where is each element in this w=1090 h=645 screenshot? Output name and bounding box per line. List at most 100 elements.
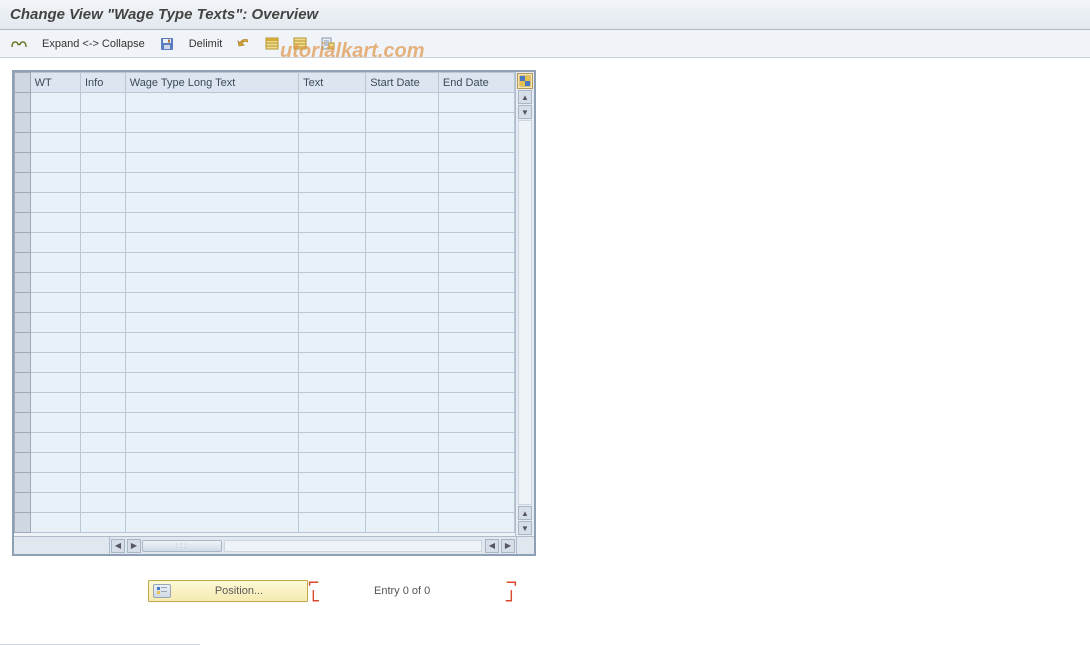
table-cell[interactable] [80, 173, 125, 193]
table-cell[interactable] [299, 373, 366, 393]
table-cell[interactable] [80, 333, 125, 353]
row-selector[interactable] [15, 473, 31, 493]
table-cell[interactable] [366, 213, 439, 233]
table-cell[interactable] [30, 353, 80, 373]
table-cell[interactable] [366, 493, 439, 513]
table-cell[interactable] [299, 393, 366, 413]
hscroll-thumb[interactable]: ::: [142, 540, 222, 552]
table-cell[interactable] [299, 413, 366, 433]
scroll-right-step-button[interactable]: ◀ [485, 539, 499, 553]
table-cell[interactable] [299, 333, 366, 353]
table-cell[interactable] [125, 253, 298, 273]
expand-collapse-button[interactable]: Expand <-> Collapse [36, 38, 151, 50]
table-cell[interactable] [366, 113, 439, 133]
scroll-up-step-button[interactable]: ▼ [518, 105, 532, 119]
select-all-button[interactable] [260, 34, 284, 54]
table-cell[interactable] [30, 273, 80, 293]
table-cell[interactable] [125, 133, 298, 153]
row-selector[interactable] [15, 253, 31, 273]
table-cell[interactable] [366, 153, 439, 173]
position-button[interactable]: Position... [148, 580, 308, 602]
row-selector[interactable] [15, 513, 31, 533]
table-cell[interactable] [438, 93, 514, 113]
scroll-up-button[interactable]: ▲ [518, 90, 532, 104]
table-cell[interactable] [299, 173, 366, 193]
vertical-scroll-track[interactable] [518, 120, 532, 505]
table-cell[interactable] [30, 513, 80, 533]
table-cell[interactable] [80, 373, 125, 393]
table-cell[interactable] [125, 93, 298, 113]
table-cell[interactable] [299, 93, 366, 113]
table-cell[interactable] [438, 453, 514, 473]
table-cell[interactable] [125, 413, 298, 433]
table-cell[interactable] [299, 273, 366, 293]
row-selector[interactable] [15, 493, 31, 513]
row-selector[interactable] [15, 293, 31, 313]
table-cell[interactable] [30, 313, 80, 333]
table-cell[interactable] [80, 453, 125, 473]
table-cell[interactable] [299, 513, 366, 533]
table-cell[interactable] [366, 333, 439, 353]
table-cell[interactable] [80, 113, 125, 133]
table-cell[interactable] [30, 453, 80, 473]
col-header-wt[interactable]: WT [30, 73, 80, 93]
col-header-end[interactable]: End Date [438, 73, 514, 93]
table-cell[interactable] [80, 393, 125, 413]
table-cell[interactable] [366, 353, 439, 373]
table-cell[interactable] [80, 253, 125, 273]
undo-button[interactable] [232, 34, 256, 54]
table-cell[interactable] [366, 453, 439, 473]
table-cell[interactable] [438, 333, 514, 353]
table-cell[interactable] [438, 513, 514, 533]
table-cell[interactable] [125, 233, 298, 253]
table-cell[interactable] [438, 413, 514, 433]
table-cell[interactable] [80, 493, 125, 513]
table-cell[interactable] [80, 93, 125, 113]
table-cell[interactable] [80, 133, 125, 153]
table-cell[interactable] [80, 273, 125, 293]
table-cell[interactable] [438, 493, 514, 513]
table-cell[interactable] [366, 133, 439, 153]
table-cell[interactable] [299, 233, 366, 253]
row-selector[interactable] [15, 353, 31, 373]
save-button[interactable] [155, 34, 179, 54]
table-cell[interactable] [30, 473, 80, 493]
table-cell[interactable] [30, 333, 80, 353]
table-cell[interactable] [366, 373, 439, 393]
table-cell[interactable] [30, 393, 80, 413]
table-cell[interactable] [125, 173, 298, 193]
table-cell[interactable] [299, 253, 366, 273]
table-cell[interactable] [438, 313, 514, 333]
table-cell[interactable] [438, 353, 514, 373]
table-cell[interactable] [438, 473, 514, 493]
row-selector[interactable] [15, 133, 31, 153]
table-cell[interactable] [299, 493, 366, 513]
table-cell[interactable] [438, 133, 514, 153]
table-cell[interactable] [125, 473, 298, 493]
table-cell[interactable] [299, 293, 366, 313]
table-cell[interactable] [366, 473, 439, 493]
row-selector[interactable] [15, 433, 31, 453]
row-selector[interactable] [15, 393, 31, 413]
table-cell[interactable] [366, 413, 439, 433]
col-header-start[interactable]: Start Date [366, 73, 439, 93]
table-cell[interactable] [299, 433, 366, 453]
table-cell[interactable] [30, 153, 80, 173]
table-cell[interactable] [366, 313, 439, 333]
table-cell[interactable] [366, 293, 439, 313]
row-selector[interactable] [15, 213, 31, 233]
table-cell[interactable] [80, 513, 125, 533]
table-cell[interactable] [125, 193, 298, 213]
row-selector[interactable] [15, 413, 31, 433]
table-cell[interactable] [299, 133, 366, 153]
table-cell[interactable] [80, 153, 125, 173]
table-cell[interactable] [438, 373, 514, 393]
row-selector[interactable] [15, 313, 31, 333]
col-header-long[interactable]: Wage Type Long Text [125, 73, 298, 93]
table-cell[interactable] [30, 193, 80, 213]
table-cell[interactable] [366, 513, 439, 533]
table-settings-button[interactable] [517, 73, 533, 89]
table-cell[interactable] [30, 133, 80, 153]
row-selector[interactable] [15, 113, 31, 133]
table-cell[interactable] [80, 433, 125, 453]
